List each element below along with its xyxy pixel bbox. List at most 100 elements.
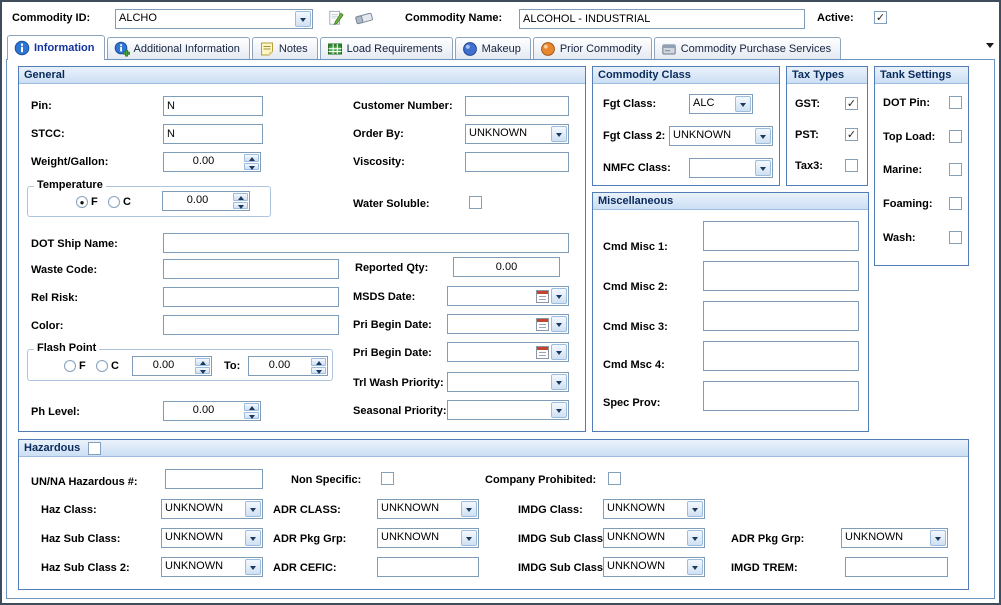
chevron-down-icon[interactable] <box>551 316 567 332</box>
tab-notes[interactable]: Notes <box>252 37 318 59</box>
haz-sub-class-combo[interactable]: UNKNOWN <box>161 528 263 548</box>
haz-sub-class2-combo[interactable]: UNKNOWN <box>161 557 263 577</box>
gst-checkbox[interactable]: ✓ <box>845 97 858 110</box>
spin-up-icon[interactable] <box>311 358 326 366</box>
flash-high-spinner[interactable]: 0.00 <box>248 356 328 376</box>
flash-f-radio[interactable] <box>64 360 76 372</box>
seasonal-priority-combo[interactable] <box>447 400 569 420</box>
cmd-misc3-input[interactable] <box>703 301 859 331</box>
tab-additional-information[interactable]: Additional Information <box>107 37 250 59</box>
commodity-name-input[interactable] <box>519 9 805 29</box>
calendar-icon[interactable] <box>536 290 549 303</box>
chevron-down-icon[interactable] <box>687 559 703 575</box>
spin-down-icon[interactable] <box>233 202 248 210</box>
pri-begin-date2-picker[interactable] <box>447 342 569 362</box>
rel-risk-input[interactable] <box>163 287 339 307</box>
chevron-down-icon[interactable] <box>551 344 567 360</box>
company-prohibited-checkbox[interactable] <box>608 472 621 485</box>
active-checkbox[interactable]: ✓ <box>874 11 887 24</box>
chevron-down-icon[interactable] <box>551 288 567 304</box>
viscosity-input[interactable] <box>465 152 569 172</box>
water-soluble-checkbox[interactable] <box>469 196 482 209</box>
pin-input[interactable] <box>163 96 263 116</box>
chevron-down-icon[interactable] <box>551 402 567 418</box>
spin-up-icon[interactable] <box>244 154 259 162</box>
tab-overflow-button[interactable] <box>986 43 994 52</box>
chevron-down-icon[interactable] <box>755 128 771 144</box>
un-na-hazardous-input[interactable] <box>165 469 263 489</box>
chevron-down-icon[interactable] <box>551 374 567 390</box>
cmd-misc1-input[interactable] <box>703 221 859 251</box>
flash-low-spinner[interactable]: 0.00 <box>132 356 212 376</box>
chevron-down-icon[interactable] <box>687 530 703 546</box>
spin-down-icon[interactable] <box>195 367 210 375</box>
commodity-id-combo[interactable]: ALCHO <box>115 9 313 29</box>
trl-wash-priority-combo[interactable] <box>447 372 569 392</box>
fgt-class2-combo[interactable]: UNKNOWN <box>669 126 773 146</box>
temperature-f-radio[interactable]: ● <box>76 196 88 208</box>
chevron-down-icon[interactable] <box>755 160 771 176</box>
nmfc-class-combo[interactable] <box>689 158 773 178</box>
cmd-misc2-input[interactable] <box>703 261 859 291</box>
imdg-class-combo[interactable]: UNKNOWN <box>603 499 705 519</box>
ph-level-spinner[interactable]: 0.00 <box>163 401 261 421</box>
weight-gallon-spinner[interactable]: 0.00 <box>163 152 261 172</box>
msds-date-picker[interactable] <box>447 286 569 306</box>
spin-up-icon[interactable] <box>195 358 210 366</box>
chevron-down-icon[interactable] <box>245 559 261 575</box>
top-load-checkbox[interactable] <box>949 130 962 143</box>
temperature-c-radio[interactable] <box>108 196 120 208</box>
chevron-down-icon[interactable] <box>461 501 477 517</box>
spec-prov-input[interactable] <box>703 381 859 411</box>
hazardous-checkbox[interactable] <box>88 442 101 455</box>
chevron-down-icon[interactable] <box>245 501 261 517</box>
chevron-down-icon[interactable] <box>245 530 261 546</box>
spin-up-icon[interactable] <box>244 403 259 411</box>
imdg-sub-class2-combo[interactable]: UNKNOWN <box>603 557 705 577</box>
stcc-input[interactable] <box>163 124 263 144</box>
dot-pin-checkbox[interactable] <box>949 96 962 109</box>
pri-begin-date1-picker[interactable] <box>447 314 569 334</box>
chevron-down-icon[interactable] <box>551 126 567 142</box>
foaming-checkbox[interactable] <box>949 197 962 210</box>
waste-code-input[interactable] <box>163 259 339 279</box>
adr-cefic-input[interactable] <box>377 557 479 577</box>
chevron-down-icon[interactable] <box>735 96 751 112</box>
chevron-down-icon[interactable] <box>687 501 703 517</box>
wash-checkbox[interactable] <box>949 231 962 244</box>
color-input[interactable] <box>163 315 339 335</box>
calendar-icon[interactable] <box>536 318 549 331</box>
tab-makeup[interactable]: Makeup <box>455 37 531 59</box>
tab-prior-commodity[interactable]: Prior Commodity <box>533 37 652 59</box>
spin-down-icon[interactable] <box>311 367 326 375</box>
calendar-icon[interactable] <box>536 346 549 359</box>
chevron-down-icon[interactable] <box>930 530 946 546</box>
fgt-class-combo[interactable]: ALC <box>689 94 753 114</box>
tab-information[interactable]: Information <box>7 35 105 60</box>
spin-up-icon[interactable] <box>233 193 248 201</box>
cmd-msc4-input[interactable] <box>703 341 859 371</box>
flash-c-radio[interactable] <box>96 360 108 372</box>
order-by-combo[interactable]: UNKNOWN <box>465 124 569 144</box>
adr-class-combo[interactable]: UNKNOWN <box>377 499 479 519</box>
spin-down-icon[interactable] <box>244 412 259 420</box>
tab-load-requirements[interactable]: Load Requirements <box>320 37 453 59</box>
imdg-sub-class-combo[interactable]: UNKNOWN <box>603 528 705 548</box>
chevron-down-icon[interactable] <box>461 530 477 546</box>
temperature-spinner[interactable]: 0.00 <box>162 191 250 211</box>
chevron-down-icon[interactable] <box>295 11 311 27</box>
imgd-trem-input[interactable] <box>845 557 948 577</box>
tab-commodity-purchase-services[interactable]: Commodity Purchase Services <box>654 37 841 59</box>
adr-pkg-grp2-combo[interactable]: UNKNOWN <box>841 528 948 548</box>
spin-down-icon[interactable] <box>244 163 259 171</box>
tax3-checkbox[interactable] <box>845 159 858 172</box>
adr-pkg-grp-combo[interactable]: UNKNOWN <box>377 528 479 548</box>
marine-checkbox[interactable] <box>949 163 962 176</box>
clear-button[interactable] <box>352 6 376 30</box>
haz-class-combo[interactable]: UNKNOWN <box>161 499 263 519</box>
pst-checkbox[interactable]: ✓ <box>845 128 858 141</box>
reported-qty-input[interactable] <box>453 257 560 277</box>
non-specific-checkbox[interactable] <box>381 472 394 485</box>
dot-ship-name-input[interactable] <box>163 233 569 253</box>
edit-commodity-button[interactable] <box>324 6 348 30</box>
